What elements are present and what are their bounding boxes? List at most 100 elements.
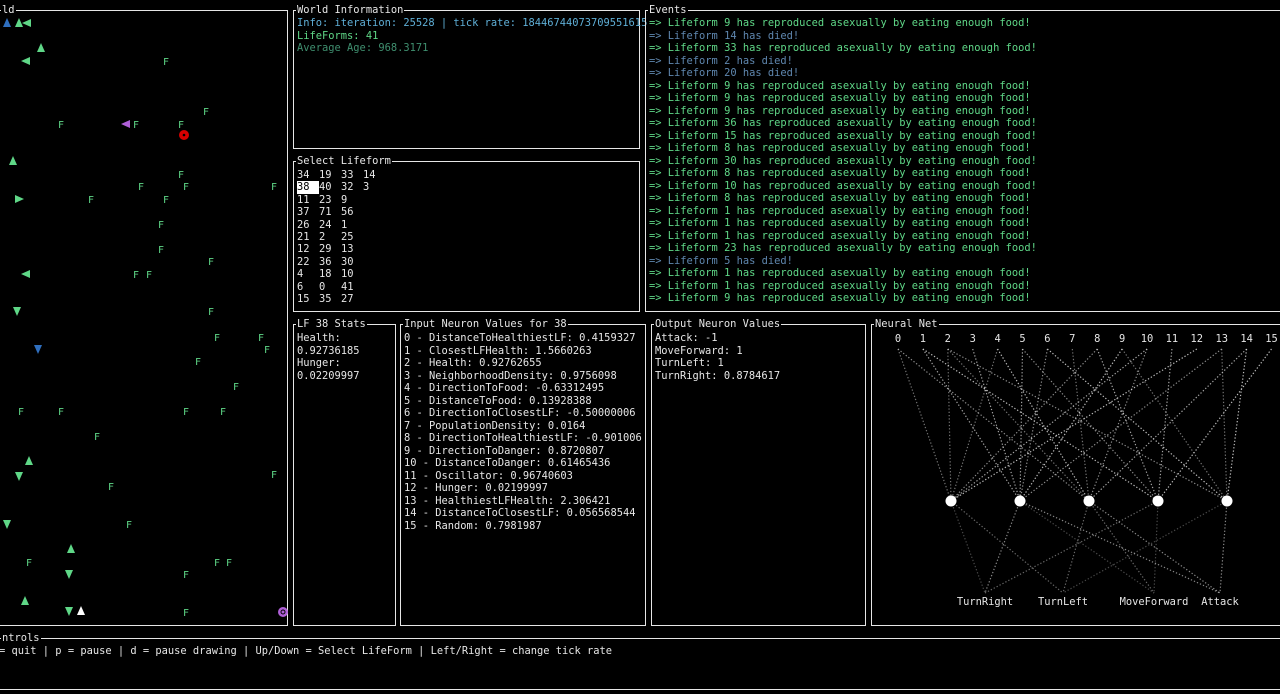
event-reproduced: => Lifeform 33 has reproduced asexually …	[649, 42, 1037, 54]
input-neuron-value: 7 - PopulationDensity: 0.0164	[404, 419, 586, 432]
lifeform-id-cell[interactable]: 13	[341, 243, 363, 255]
food-marker: F	[208, 257, 214, 268]
lifeform-marker[interactable]	[21, 57, 30, 65]
lifeform-id-cell[interactable]: 9	[341, 194, 363, 206]
lifeform-id-cell[interactable]: 40	[319, 181, 341, 193]
lifeform-id-row: 11 23 9	[297, 194, 385, 206]
lifeform-marker[interactable]	[15, 18, 23, 27]
output-neuron-label: MoveForward	[1120, 596, 1189, 608]
lifeform-marker[interactable]	[3, 520, 11, 529]
lifeform-id-cell[interactable]: 27	[341, 293, 363, 305]
lifeform-id-cell[interactable]: 36	[319, 256, 341, 268]
lifeform-id-row: 26 24 1	[297, 219, 385, 231]
lifeform-id-cell[interactable]: 0	[319, 281, 341, 293]
stat-line: Health:	[297, 332, 341, 344]
neural-net-graph: 0 1 2 3 4 5 6 7 8 9 10 11 12 13 14 15TurnRight TurnLeft M…	[895, 333, 1278, 608]
radiation-hazard-icon	[179, 130, 189, 140]
food-marker: F	[26, 558, 32, 569]
lifeform-id-cell[interactable]: 1	[341, 219, 363, 231]
lifeform-id-cell[interactable]: 30	[341, 256, 363, 268]
world-panel: ld FFFFFFFFFFFFFFFFFFFFFFFFFFFFFFFFFFF	[0, 4, 288, 626]
lifeform-id-cell[interactable]: 29	[319, 243, 341, 255]
lifeform-id-cell[interactable]: 12	[297, 243, 319, 255]
lifeform-marker[interactable]	[15, 195, 24, 203]
input-neuron-value: 0 - DistanceToHealthiestLF: 0.4159327	[404, 332, 636, 344]
input-neuron-label: 15	[1265, 333, 1278, 345]
synapse-connection	[1019, 348, 1223, 502]
lifeform-id-cell[interactable]: 34	[297, 169, 319, 181]
lifeform-id-cell[interactable]: 15	[297, 293, 319, 305]
lifeform-id-cell[interactable]: 25	[341, 231, 363, 243]
input-neuron-value: 6 - DirectionToClosestLF: -0.50000006	[404, 407, 636, 419]
lifeform-id-cell[interactable]: 24	[319, 219, 341, 231]
synapse-connection	[950, 348, 999, 502]
lifeform-id-cell[interactable]: 19	[319, 169, 341, 181]
event-reproduced: => Lifeform 8 has reproduced asexually b…	[649, 167, 1031, 179]
lifeform-id-cell[interactable]: 2	[319, 231, 341, 243]
lifeform-marker[interactable]	[21, 596, 29, 605]
event-reproduced: => Lifeform 1 has reproduced asexually b…	[649, 267, 1031, 279]
input-neuron-value: 14 - DistanceToClosestLF: 0.056568544	[404, 507, 636, 519]
lifeform-marker[interactable]	[67, 544, 75, 553]
controls-title: ntrols	[1, 632, 41, 644]
input-neuron-value: 10 - DistanceToDanger: 0.61465436	[404, 457, 611, 469]
food-marker: F	[214, 333, 220, 344]
food-marker: F	[94, 432, 100, 443]
lifeform-marker[interactable]	[65, 607, 73, 616]
synapse-connection	[1226, 348, 1248, 502]
lifeform-marker[interactable]	[77, 606, 85, 615]
lifeform-id-cell[interactable]: 18	[319, 268, 341, 280]
lifeform-id-cell[interactable]: 41	[341, 281, 363, 293]
lifeform-id-cell[interactable]: 26	[297, 219, 319, 231]
lifeform-marker[interactable]	[121, 120, 130, 128]
food-marker: F	[58, 120, 64, 131]
lifeform-id-row: 4 18 10	[297, 268, 385, 280]
lifeform-marker[interactable]	[22, 19, 31, 27]
input-neuron-value: 4 - DirectionToFood: -0.63312495	[404, 382, 605, 394]
lifeform-marker[interactable]	[37, 43, 45, 52]
lifeform-marker[interactable]	[34, 345, 42, 354]
event-reproduced: => Lifeform 8 has reproduced asexually b…	[649, 192, 1031, 204]
lifeform-marker[interactable]	[25, 456, 33, 465]
input-neuron-label: 8	[1094, 333, 1100, 345]
event-reproduced: => Lifeform 36 has reproduced asexually …	[649, 117, 1037, 129]
lifeform-id-cell[interactable]: 35	[319, 293, 341, 305]
synapse-connection	[947, 348, 1090, 502]
synapse-connection	[947, 348, 1228, 502]
lifeform-id-cell[interactable]: 33	[341, 169, 363, 181]
lifeform-id-cell[interactable]: 21	[297, 231, 319, 243]
food-marker: F	[183, 182, 189, 193]
input-neuron-label: 3	[970, 333, 976, 345]
lifeform-marker[interactable]	[21, 270, 30, 278]
lifeform-id-cell[interactable]: 6	[297, 281, 319, 293]
lifeform-id-cell[interactable]: 71	[319, 206, 341, 218]
input-neuron-label: 13	[1215, 333, 1228, 345]
lifeform-marker[interactable]	[3, 18, 11, 27]
lifeform-id-cell[interactable]: 22	[297, 256, 319, 268]
event-reproduced: => Lifeform 1 has reproduced asexually b…	[649, 229, 1031, 242]
lifeform-id-cell[interactable]: 4	[297, 268, 319, 280]
food-marker: F	[158, 220, 164, 231]
lifeform-id-cell[interactable]: 11	[297, 194, 319, 206]
lifeform-marker[interactable]	[15, 472, 23, 481]
output-line: Attack: -1	[655, 332, 718, 344]
lifeform-id-cell[interactable]: 3	[363, 181, 385, 193]
food-marker: F	[163, 195, 169, 206]
synapse-connection	[1062, 500, 1090, 594]
lifeform-marker[interactable]	[13, 307, 21, 316]
lifeform-id-cell[interactable]: 37	[297, 206, 319, 218]
lifeform-id-cell[interactable]: 32	[341, 181, 363, 193]
lifeform-marker[interactable]	[65, 570, 73, 579]
lifeform-stats-panel: LF 38 Stats Health: 0.92736185 Hunger: 0…	[293, 318, 396, 626]
lifeform-id-cell[interactable]: 14	[363, 169, 385, 181]
lifeforms-count: LifeForms: 41	[297, 29, 379, 42]
stat-line: Hunger:	[297, 357, 341, 369]
lifeform-id-cell[interactable]: 10	[341, 268, 363, 280]
event-reproduced: => Lifeform 9 has reproduced asexually b…	[649, 17, 1031, 29]
controls-panel: ntrols = quit | p = pause | d = pause dr…	[0, 632, 1280, 690]
lifeform-id-cell[interactable]: 56	[341, 206, 363, 218]
lifeform-id-cell[interactable]: 23	[319, 194, 341, 206]
lifeform-marker[interactable]	[9, 156, 17, 165]
synapse-connection	[1096, 348, 1159, 502]
lifeform-id-cell[interactable]: 38	[297, 181, 319, 194]
